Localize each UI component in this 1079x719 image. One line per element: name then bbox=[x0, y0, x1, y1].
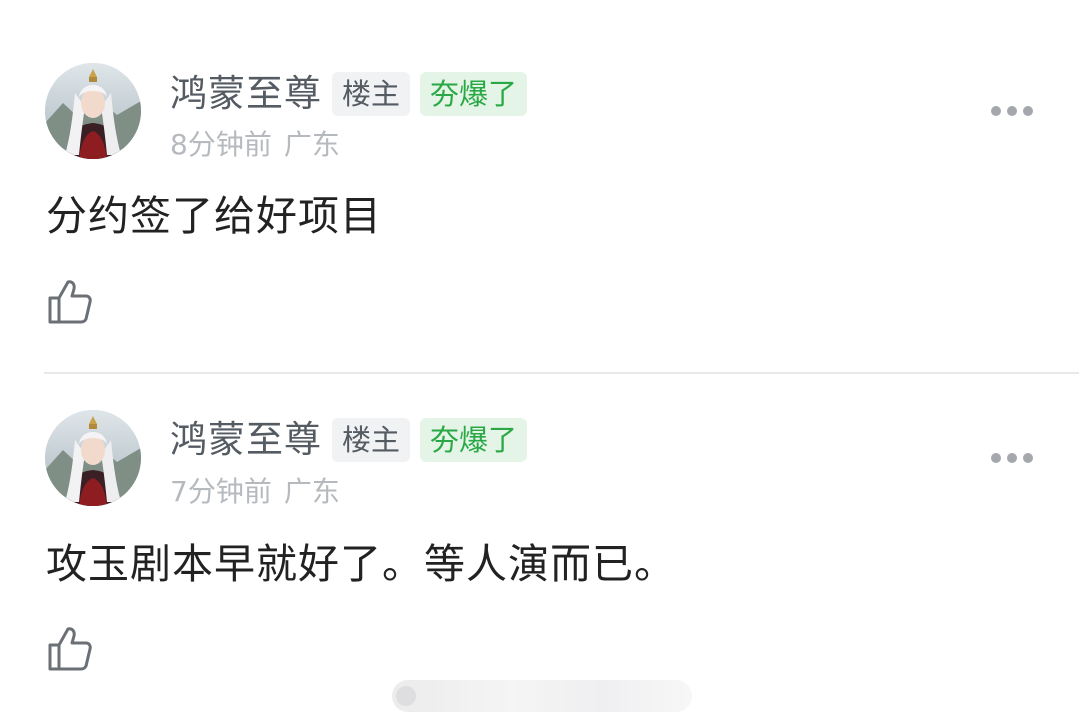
location: 广东 bbox=[283, 128, 340, 161]
timestamp: 8分钟前 bbox=[170, 128, 272, 161]
comment-text: 分约签了给好项目 bbox=[46, 192, 382, 240]
timestamp: 7分钟前 bbox=[170, 475, 272, 508]
comment-item: 鸿蒙至尊 楼主 夯爆了 8分钟前 广东 分约签了给好项目 bbox=[0, 0, 1079, 372]
owner-badge: 楼主 bbox=[332, 72, 411, 116]
name-row: 鸿蒙至尊 楼主 夯爆了 bbox=[170, 416, 528, 464]
owner-badge: 楼主 bbox=[332, 418, 411, 462]
avatar[interactable] bbox=[45, 63, 141, 159]
avatar-portrait-image bbox=[45, 410, 141, 506]
avatar-portrait-image bbox=[45, 63, 141, 159]
username[interactable]: 鸿蒙至尊 bbox=[170, 70, 322, 118]
more-options-button[interactable] bbox=[984, 96, 1040, 126]
location: 广东 bbox=[283, 475, 340, 508]
username[interactable]: 鸿蒙至尊 bbox=[170, 416, 322, 464]
thumbs-up-icon bbox=[48, 280, 92, 324]
like-button[interactable] bbox=[46, 278, 94, 326]
comment-item: 鸿蒙至尊 楼主 夯爆了 7分钟前 广东 攻玉剧本早就好了。等人演而已。 bbox=[0, 374, 1079, 719]
more-dots-icon bbox=[991, 453, 1033, 463]
more-options-button[interactable] bbox=[984, 443, 1040, 473]
thumbs-up-icon bbox=[48, 627, 92, 671]
more-dots-icon bbox=[991, 106, 1033, 116]
comment-meta: 8分钟前 广东 bbox=[170, 127, 340, 163]
comment-text: 攻玉剧本早就好了。等人演而已。 bbox=[46, 540, 676, 588]
blurred-watermark bbox=[392, 680, 692, 712]
like-button[interactable] bbox=[46, 625, 94, 673]
comment-meta: 7分钟前 广东 bbox=[170, 474, 340, 510]
hot-badge: 夯爆了 bbox=[420, 418, 528, 462]
hot-badge: 夯爆了 bbox=[420, 72, 528, 116]
avatar[interactable] bbox=[45, 410, 141, 506]
name-row: 鸿蒙至尊 楼主 夯爆了 bbox=[170, 70, 528, 118]
